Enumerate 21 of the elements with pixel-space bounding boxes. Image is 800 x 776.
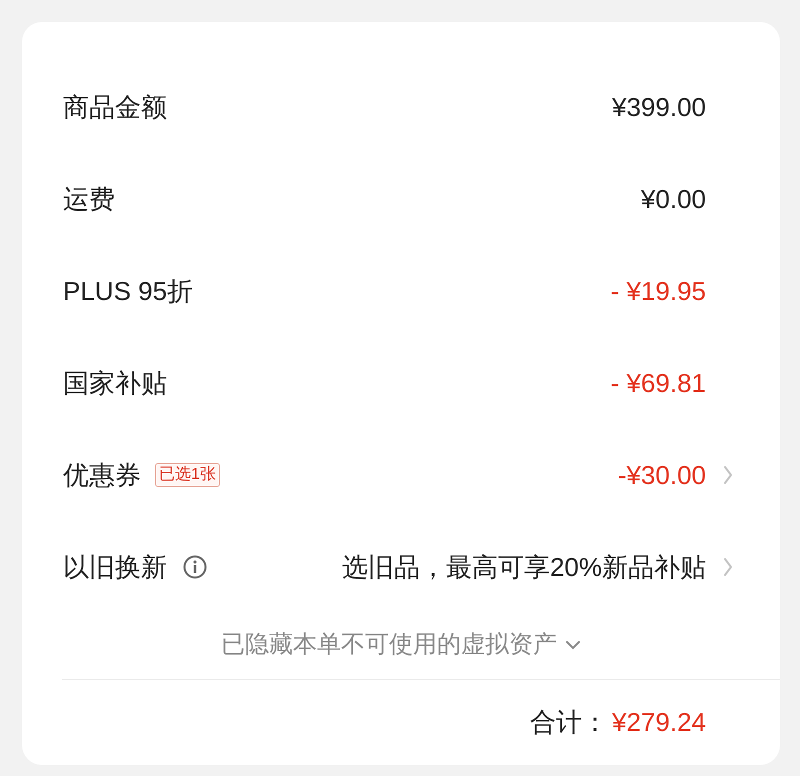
chevron-down-icon <box>565 639 581 651</box>
row-label: 优惠券 <box>63 458 141 492</box>
total-label: 合计： <box>530 706 608 739</box>
row-label: 以旧换新 <box>63 550 167 584</box>
info-icon[interactable] <box>183 555 207 579</box>
trade-in-hint: 选旧品，最高可享20%新品补贴 <box>342 550 706 584</box>
amount-value: ¥0.00 <box>640 182 706 216</box>
total-value: ¥279.24 <box>612 706 706 739</box>
discount-value: - ¥19.95 <box>610 274 706 308</box>
amount-value: ¥399.00 <box>612 90 706 124</box>
chevron-right-icon <box>722 556 734 578</box>
row-label: 运费 <box>63 182 115 216</box>
discount-value: - ¥69.81 <box>610 366 706 400</box>
row-label: 商品金额 <box>63 90 167 124</box>
trade-in-row[interactable]: 以旧换新 选旧品，最高可享20%新品补贴 <box>22 521 780 613</box>
coupon-row[interactable]: 优惠券 已选1张 -¥30.00 <box>22 429 780 521</box>
row-label: 国家补贴 <box>63 366 167 400</box>
discount-value: -¥30.00 <box>618 458 706 492</box>
row-label: PLUS 95折 <box>63 274 194 308</box>
coupon-tag: 已选1张 <box>155 463 220 487</box>
chevron-right-icon <box>722 464 734 486</box>
